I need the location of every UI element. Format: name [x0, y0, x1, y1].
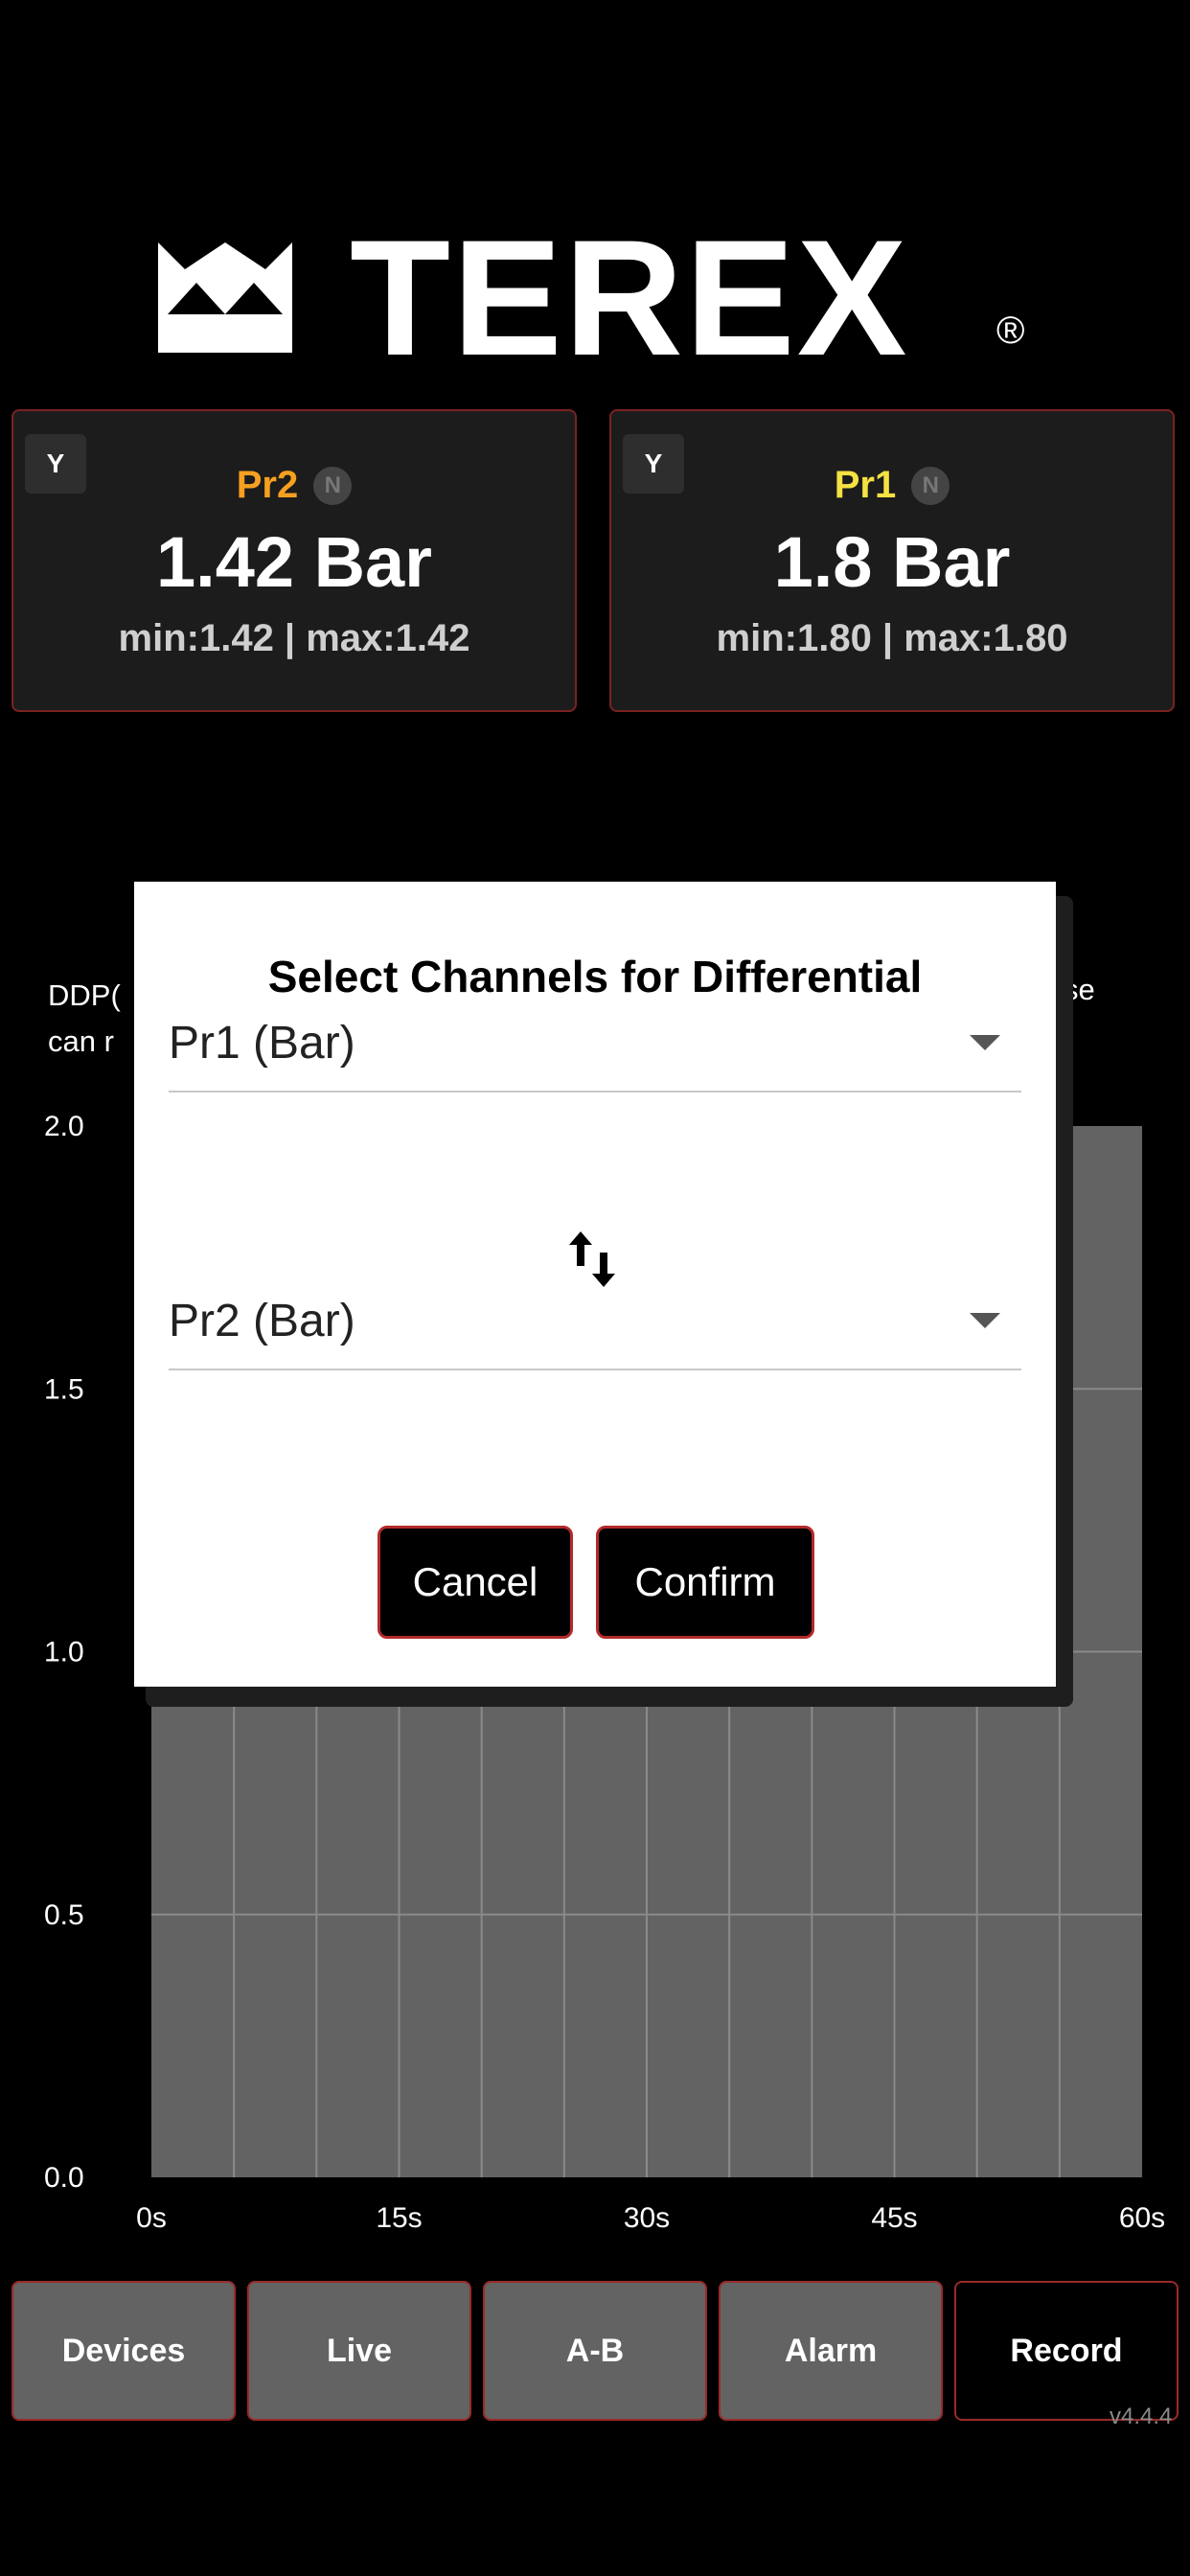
confirm-button[interactable]: Confirm — [596, 1526, 814, 1639]
y-tick-label: 1.5 — [44, 1373, 84, 1405]
y-tick-label: 0.5 — [44, 1899, 84, 1931]
channel-a-select[interactable]: Pr1 (Bar) — [169, 995, 1021, 1092]
channel-b-value: Pr2 (Bar) — [169, 1295, 355, 1346]
nav-a-b[interactable]: A-B — [483, 2281, 707, 2421]
nav-alarm[interactable]: Alarm — [719, 2281, 943, 2421]
version-label: v4.4.4 — [1110, 2404, 1173, 2429]
differential-dialog: Select Channels for Differential Pr1 (Ba… — [134, 882, 1056, 1687]
x-tick-label: 30s — [624, 2202, 670, 2234]
nav-record[interactable]: Record — [954, 2281, 1179, 2421]
chevron-down-icon — [970, 1313, 1000, 1328]
x-tick-label: 45s — [871, 2202, 917, 2234]
x-tick-label: 0s — [136, 2202, 167, 2234]
chevron-down-icon — [970, 1035, 1000, 1050]
nav-devices[interactable]: Devices — [11, 2281, 236, 2421]
nav-live[interactable]: Live — [247, 2281, 471, 2421]
y-tick-label: 2.0 — [44, 1111, 84, 1142]
cancel-button[interactable]: Cancel — [378, 1526, 573, 1639]
x-tick-label: 15s — [376, 2202, 422, 2234]
channel-b-select[interactable]: Pr2 (Bar) — [169, 1273, 1021, 1370]
x-tick-label: 60s — [1119, 2202, 1165, 2234]
y-tick-label: 1.0 — [44, 1637, 84, 1668]
channel-a-value: Pr1 (Bar) — [169, 1017, 355, 1069]
y-tick-label: 0.0 — [44, 2162, 84, 2194]
